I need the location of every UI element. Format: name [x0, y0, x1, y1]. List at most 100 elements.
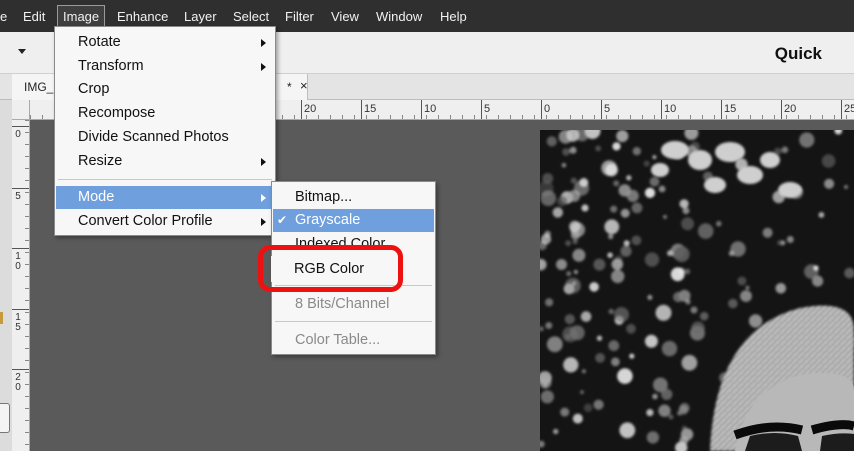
chevron-down-icon[interactable]: [18, 49, 26, 54]
ruler-minor-tick: [342, 115, 343, 119]
ruler-minor-tick: [654, 115, 655, 119]
menu-item-crop[interactable]: Crop: [56, 78, 274, 101]
mode-quick-label[interactable]: Quick: [775, 44, 822, 64]
ruler-major-tick: [721, 100, 722, 119]
close-icon[interactable]: ×: [300, 78, 308, 93]
ruler-label: 20: [304, 103, 317, 115]
ruler-minor-tick: [25, 276, 29, 277]
image-menu: Rotate Transform Crop Recompose Divide S…: [54, 26, 276, 236]
ruler-minor-tick: [798, 115, 799, 119]
ruler-minor-tick: [25, 180, 29, 181]
ruler-minor-tick: [378, 115, 379, 119]
checkmark-icon: ✔: [277, 213, 288, 227]
menu-view[interactable]: View: [331, 8, 359, 26]
document-photo[interactable]: [540, 130, 854, 451]
menu-filter[interactable]: Filter: [285, 8, 314, 26]
menu-window[interactable]: Window: [376, 8, 422, 26]
ruler-major-tick: [12, 248, 29, 249]
menu-item-mode[interactable]: Mode: [56, 186, 274, 209]
ruler-minor-tick: [25, 396, 29, 397]
ruler-minor-tick: [678, 115, 679, 119]
ruler-minor-tick: [390, 115, 391, 119]
ruler-minor-tick: [25, 336, 29, 337]
menu-item-rotate[interactable]: Rotate: [56, 31, 274, 54]
document-tab-name: IMG_: [24, 80, 54, 94]
left-panel-edge: [0, 100, 12, 451]
ruler-minor-tick: [834, 115, 835, 119]
ruler-label: 15: [724, 103, 737, 115]
ruler-minor-tick: [25, 420, 29, 421]
menu-item-transform[interactable]: Transform: [56, 55, 274, 78]
menu-item-label: Convert Color Profile: [78, 213, 213, 229]
menu-item-label: Transform: [78, 58, 144, 74]
ruler-minor-tick: [426, 115, 427, 119]
ruler-label: 0: [15, 129, 21, 140]
ruler-minor-tick: [534, 115, 535, 119]
ruler-minor-tick: [25, 348, 29, 349]
menu-layer[interactable]: Layer: [184, 8, 217, 26]
menu-item-label: Rotate: [78, 34, 121, 50]
ruler-minor-tick: [25, 156, 29, 157]
highlight-callout: [258, 245, 403, 292]
menu-item-label: Grayscale: [295, 212, 361, 228]
menu-item-bitmap[interactable]: Bitmap...: [273, 186, 434, 209]
menu-select[interactable]: Select: [233, 8, 269, 26]
ruler-minor-tick: [25, 300, 29, 301]
ruler-minor-tick: [450, 115, 451, 119]
submenu-arrow-icon: [261, 194, 266, 202]
ruler-label: 15: [15, 312, 21, 333]
menu-separator: [58, 179, 272, 180]
menu-item-resize[interactable]: Resize: [56, 150, 274, 173]
ruler-label: 20: [784, 103, 797, 115]
ruler-minor-tick: [510, 115, 511, 119]
ruler-minor-tick: [558, 115, 559, 119]
ruler-label: 20: [15, 372, 21, 393]
ruler-minor-tick: [354, 115, 355, 119]
ruler-minor-tick: [25, 192, 29, 193]
menu-help[interactable]: Help: [440, 8, 467, 26]
ruler-minor-tick: [25, 228, 29, 229]
ruler-minor-tick: [774, 115, 775, 119]
ruler-minor-tick: [750, 115, 751, 119]
ruler-label: 5: [484, 103, 491, 115]
menu-item-label: Color Table...: [295, 332, 381, 348]
menu-item-label: Crop: [78, 81, 110, 97]
ruler-major-tick: [421, 100, 422, 119]
menu-image[interactable]: Image: [57, 5, 106, 27]
ruler-minor-tick: [25, 252, 29, 253]
ruler-minor-tick: [594, 115, 595, 119]
menu-item-divide-scanned-photos[interactable]: Divide Scanned Photos: [56, 126, 274, 149]
panel-toggle-button[interactable]: [0, 403, 10, 433]
submenu-arrow-icon: [261, 218, 266, 226]
ruler-major-tick: [361, 100, 362, 119]
ruler-label: 25: [844, 103, 854, 115]
menu-file-partial[interactable]: e: [0, 8, 7, 26]
ruler-minor-tick: [25, 324, 29, 325]
ruler-minor-tick: [582, 115, 583, 119]
ruler-minor-tick: [618, 115, 619, 119]
ruler-minor-tick: [25, 372, 29, 373]
menu-item-grayscale[interactable]: ✔ Grayscale: [273, 209, 434, 232]
menu-item-recompose[interactable]: Recompose: [56, 102, 274, 125]
menu-edit[interactable]: Edit: [23, 8, 45, 26]
ruler-minor-tick: [282, 115, 283, 119]
submenu-arrow-icon: [261, 158, 266, 166]
menu-enhance[interactable]: Enhance: [117, 8, 168, 26]
ruler-minor-tick: [318, 115, 319, 119]
ruler-minor-tick: [570, 115, 571, 119]
grayscale-photo: [540, 130, 854, 451]
ruler-label: 5: [15, 191, 21, 202]
ruler-minor-tick: [714, 115, 715, 119]
menu-item-convert-color-profile[interactable]: Convert Color Profile: [56, 210, 274, 233]
ruler-label: 15: [364, 103, 377, 115]
ruler-minor-tick: [25, 288, 29, 289]
ruler-major-tick: [301, 100, 302, 119]
ruler-major-tick: [541, 100, 542, 119]
ruler-minor-tick: [25, 120, 29, 121]
vertical-ruler: 0 5 10 15 20: [12, 120, 30, 451]
ruler-minor-tick: [25, 360, 29, 361]
ruler-minor-tick: [366, 115, 367, 119]
ruler-major-tick: [601, 100, 602, 119]
submenu-arrow-icon: [261, 63, 266, 71]
ruler-minor-tick: [786, 115, 787, 119]
